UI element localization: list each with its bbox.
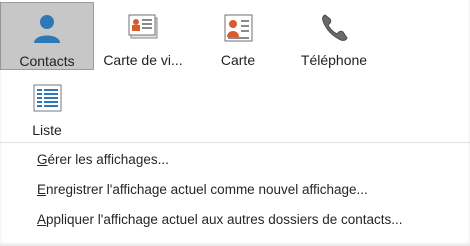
view-gallery: Contacts Carte de vi... Carte Téléphone …	[0, 0, 470, 142]
view-business-card[interactable]: Carte de vi...	[96, 2, 190, 70]
mnemonic-letter: E	[37, 182, 47, 197]
view-contacts[interactable]: Contacts	[0, 2, 94, 70]
view-list[interactable]: Liste	[0, 72, 94, 140]
phone-icon	[316, 10, 352, 46]
view-phone[interactable]: Téléphone	[287, 2, 381, 70]
mnemonic-letter: G	[37, 152, 48, 167]
person-icon	[29, 11, 65, 47]
view-label: Carte de vi...	[103, 52, 183, 68]
view-menu: Gérer les affichages... Enregistrer l'af…	[0, 143, 470, 246]
view-label: Téléphone	[300, 52, 368, 68]
view-label: Contacts	[19, 53, 75, 69]
view-label: Liste	[32, 122, 62, 138]
view-card[interactable]: Carte	[191, 2, 285, 70]
contact-card-icon	[220, 10, 256, 46]
view-label: Carte	[220, 52, 256, 68]
menu-item-apply-current-view[interactable]: Appliquer l'affichage actuel aux autres …	[37, 212, 403, 227]
business-card-icon	[125, 10, 161, 46]
menu-item-save-current-view[interactable]: Enregistrer l'affichage actuel comme nou…	[37, 182, 368, 197]
menu-item-manage-views[interactable]: Gérer les affichages...	[37, 152, 169, 167]
list-icon	[29, 80, 65, 116]
mnemonic-letter: A	[37, 212, 47, 227]
